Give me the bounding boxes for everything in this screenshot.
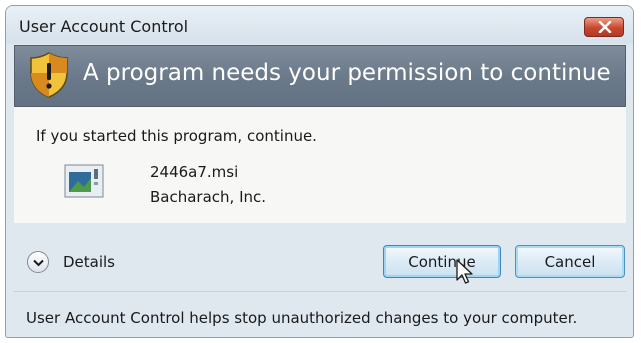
program-info-panel: If you started this program, continue. 2… bbox=[14, 107, 626, 223]
details-label: Details bbox=[63, 253, 116, 271]
cancel-button[interactable]: Cancel bbox=[515, 245, 625, 278]
footer-divider bbox=[14, 291, 626, 292]
program-publisher: Bacharach, Inc. bbox=[150, 188, 267, 206]
installer-package-icon bbox=[64, 164, 104, 198]
uac-dialog: User Account Control A program needs you… bbox=[5, 5, 634, 338]
permission-header: A program needs your permission to conti… bbox=[14, 45, 626, 107]
security-shield-icon bbox=[30, 52, 68, 98]
program-file-name: 2446a7.msi bbox=[150, 163, 239, 181]
continue-button[interactable]: Continue bbox=[383, 245, 501, 278]
permission-message: A program needs your permission to conti… bbox=[83, 60, 611, 86]
footer-note: User Account Control helps stop unauthor… bbox=[26, 309, 578, 327]
close-icon bbox=[598, 21, 612, 33]
close-button[interactable] bbox=[584, 17, 624, 37]
window-title: User Account Control bbox=[19, 17, 189, 36]
chevron-down-icon bbox=[27, 251, 49, 273]
continue-prompt: If you started this program, continue. bbox=[36, 127, 317, 145]
title-bar[interactable]: User Account Control bbox=[6, 6, 633, 44]
